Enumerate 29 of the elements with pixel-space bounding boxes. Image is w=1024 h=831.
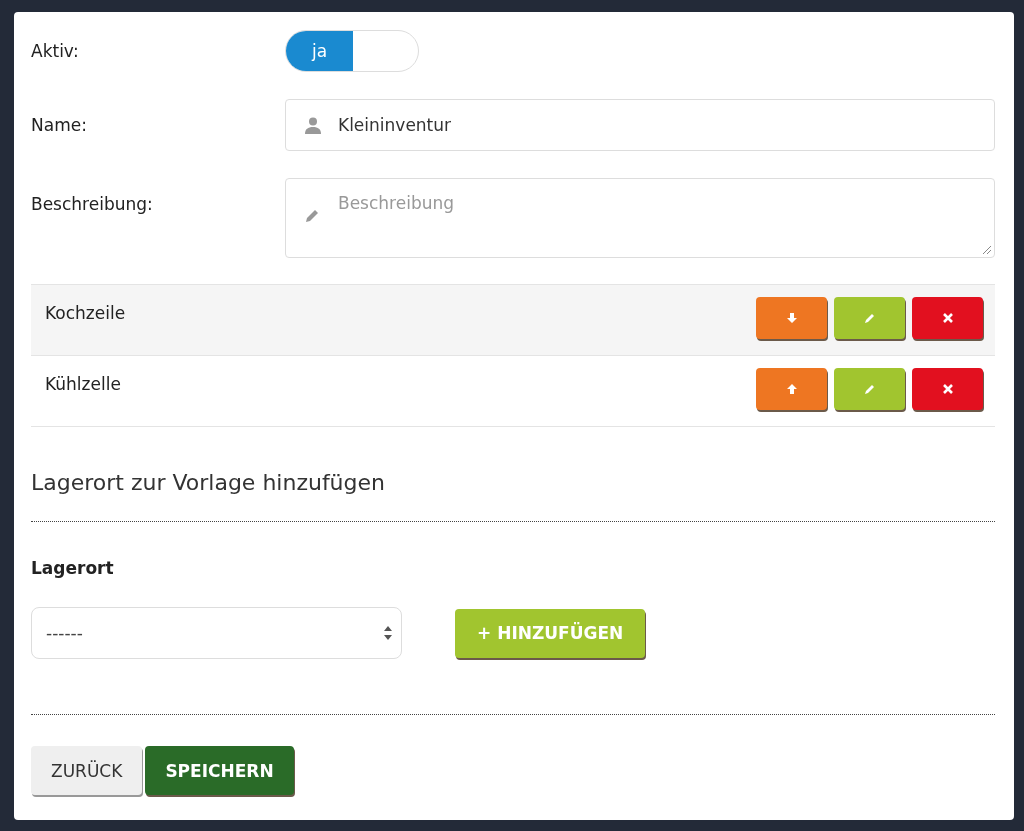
delete-button[interactable] <box>912 297 983 339</box>
location-select[interactable]: ------ <box>31 607 402 659</box>
field-label: Beschreibung: <box>31 193 154 214</box>
pencil-icon <box>863 383 876 395</box>
move-down-button[interactable] <box>756 297 827 339</box>
delete-button[interactable] <box>912 368 983 410</box>
toggle-label: ja <box>286 31 353 71</box>
field-label: Lagerort <box>31 558 115 578</box>
name-field[interactable]: Kleininventur <box>285 99 995 151</box>
location-name: Kühlzelle <box>45 374 121 394</box>
section-heading: Lagerort zur Vorlage hinzufügen <box>31 470 386 495</box>
location-name: Kochzeile <box>45 303 126 323</box>
description-field[interactable]: Beschreibung <box>285 178 995 258</box>
pencil-icon <box>304 208 320 224</box>
pencil-icon <box>863 312 876 324</box>
edit-button[interactable] <box>834 297 905 339</box>
resize-handle-icon <box>982 245 992 255</box>
sort-arrows-icon <box>383 625 393 641</box>
move-up-button[interactable] <box>756 368 827 410</box>
save-button[interactable]: SPEICHERN <box>145 746 294 795</box>
close-icon <box>941 312 954 324</box>
field-label: Aktiv: <box>31 41 80 61</box>
user-icon <box>304 116 322 134</box>
arrow-up-icon <box>785 383 798 395</box>
arrow-down-icon <box>785 312 798 324</box>
edit-button[interactable] <box>834 368 905 410</box>
field-label: Name: <box>31 115 88 135</box>
close-icon <box>941 383 954 395</box>
back-button[interactable]: ZURÜCK <box>31 746 143 795</box>
